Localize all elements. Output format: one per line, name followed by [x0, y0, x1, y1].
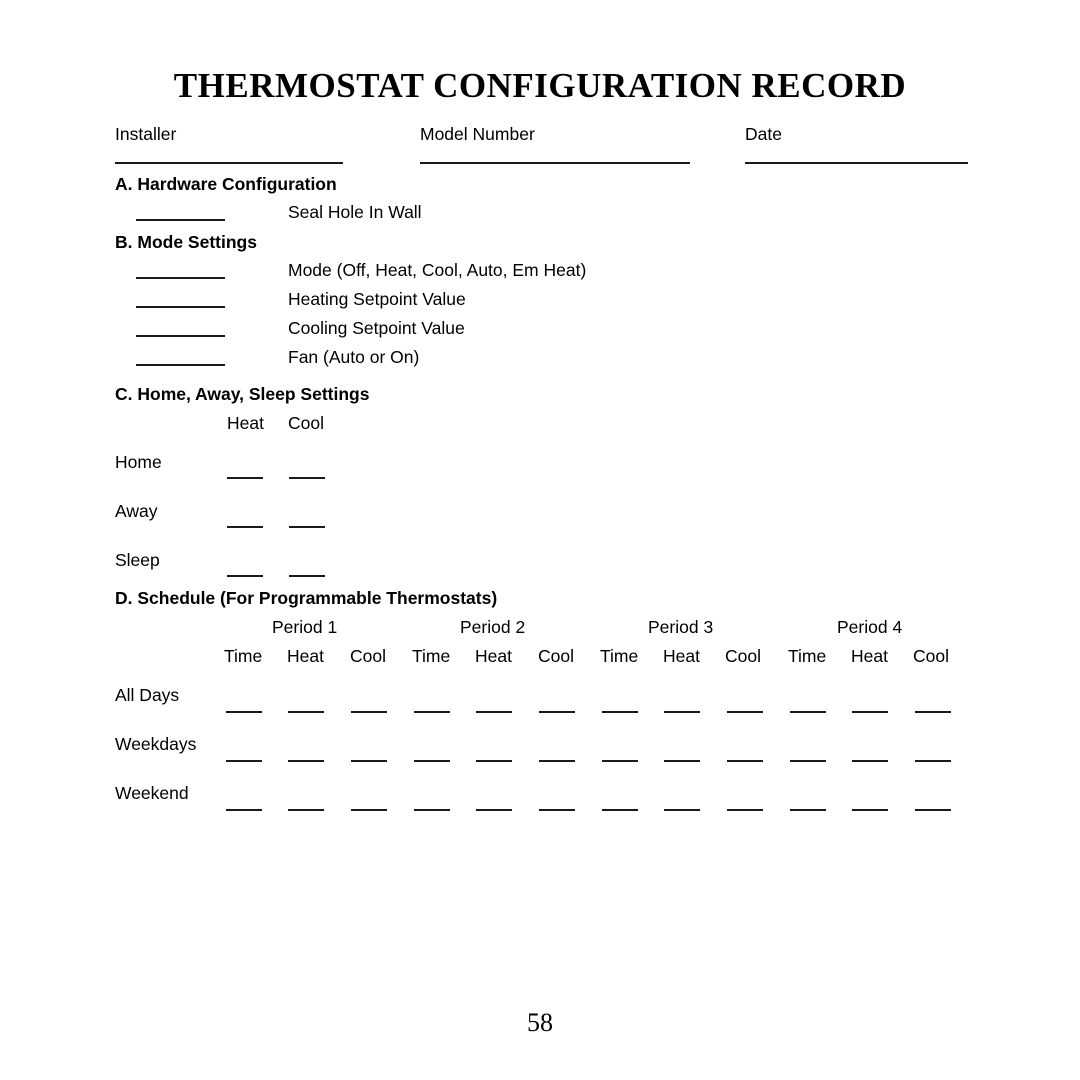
section-c-column-heat: Heat: [227, 413, 264, 433]
section-d-all-days-cell-8-rule[interactable]: [727, 711, 763, 713]
section-d-weekdays-cell-7-rule[interactable]: [664, 760, 700, 762]
section-d-heading: D. Schedule (For Programmable Thermostat…: [115, 588, 498, 608]
section-d-weekdays-cell-11-rule[interactable]: [915, 760, 951, 762]
section-c-row-label-away: Away: [115, 501, 158, 521]
section-d-weekdays-cell-10-rule[interactable]: [852, 760, 888, 762]
section-c-sleep-cool-rule[interactable]: [289, 575, 325, 577]
section-d-period-1-label: Period 1: [272, 617, 338, 637]
document-page: THERMOSTAT CONFIGURATION RECORD Installe…: [0, 0, 1080, 1080]
section-c-row-label-home: Home: [115, 452, 162, 472]
section-d-weekdays-cell-5-rule[interactable]: [539, 760, 575, 762]
section-b-item-3-rule[interactable]: [136, 364, 225, 366]
section-d-column-11: Cool: [913, 646, 949, 666]
section-d-all-days-cell-3-rule[interactable]: [414, 711, 450, 713]
section-b-item-1-label: Heating Setpoint Value: [288, 289, 466, 309]
section-d-weekdays-cell-3-rule[interactable]: [414, 760, 450, 762]
section-d-column-9: Time: [788, 646, 827, 666]
section-d-weekdays-cell-1-rule[interactable]: [288, 760, 324, 762]
section-c-home-heat-rule[interactable]: [227, 477, 263, 479]
section-d-period-2-label: Period 2: [460, 617, 526, 637]
model-number-label: Model Number: [420, 124, 535, 144]
section-d-all-days-cell-1-rule[interactable]: [288, 711, 324, 713]
section-d-weekdays-cell-0-rule[interactable]: [226, 760, 262, 762]
section-a-heading: A. Hardware Configuration: [115, 174, 337, 194]
section-b-heading: B. Mode Settings: [115, 232, 257, 252]
model-number-input-rule[interactable]: [420, 162, 690, 164]
section-c-home-cool-rule[interactable]: [289, 477, 325, 479]
section-c-column-cool: Cool: [288, 413, 324, 433]
section-d-all-days-cell-4-rule[interactable]: [476, 711, 512, 713]
section-d-weekdays-cell-6-rule[interactable]: [602, 760, 638, 762]
section-c-heading: C. Home, Away, Sleep Settings: [115, 384, 370, 404]
section-d-row-label-all-days: All Days: [115, 685, 180, 705]
section-d-period-4-label: Period 4: [837, 617, 903, 637]
section-d-weekend-cell-4-rule[interactable]: [476, 809, 512, 811]
page-number: 58: [527, 1008, 553, 1037]
section-d-weekdays-cell-2-rule[interactable]: [351, 760, 387, 762]
page-title: THERMOSTAT CONFIGURATION RECORD: [173, 66, 907, 105]
section-d-row-label-weekend: Weekend: [115, 783, 189, 803]
section-b-item-0-label: Mode (Off, Heat, Cool, Auto, Em Heat): [288, 260, 587, 280]
section-d-weekend-cell-5-rule[interactable]: [539, 809, 575, 811]
section-d-weekend-cell-10-rule[interactable]: [852, 809, 888, 811]
section-b-item-0-rule[interactable]: [136, 277, 225, 279]
section-d-column-8: Cool: [725, 646, 761, 666]
date-input-rule[interactable]: [745, 162, 968, 164]
section-d-column-2: Cool: [350, 646, 386, 666]
section-c-away-heat-rule[interactable]: [227, 526, 263, 528]
section-b-item-3-label: Fan (Auto or On): [288, 347, 420, 367]
section-d-weekend-cell-11-rule[interactable]: [915, 809, 951, 811]
date-label: Date: [745, 124, 782, 144]
section-d-column-6: Time: [600, 646, 639, 666]
section-d-all-days-cell-2-rule[interactable]: [351, 711, 387, 713]
section-d-period-3-label: Period 3: [648, 617, 714, 637]
section-d-column-5: Cool: [538, 646, 574, 666]
section-d-weekend-cell-0-rule[interactable]: [226, 809, 262, 811]
section-b-item-2-rule[interactable]: [136, 335, 225, 337]
section-d-weekend-cell-6-rule[interactable]: [602, 809, 638, 811]
section-d-all-days-cell-9-rule[interactable]: [790, 711, 826, 713]
section-a-item-0-label: Seal Hole In Wall: [288, 202, 422, 222]
section-d-weekdays-cell-8-rule[interactable]: [727, 760, 763, 762]
section-c-row-label-sleep: Sleep: [115, 550, 160, 570]
section-d-all-days-cell-6-rule[interactable]: [602, 711, 638, 713]
section-d-all-days-cell-5-rule[interactable]: [539, 711, 575, 713]
section-d-weekend-cell-8-rule[interactable]: [727, 809, 763, 811]
section-b-item-1-rule[interactable]: [136, 306, 225, 308]
section-d-all-days-cell-0-rule[interactable]: [226, 711, 262, 713]
section-d-column-10: Heat: [851, 646, 888, 666]
section-d-weekend-cell-9-rule[interactable]: [790, 809, 826, 811]
section-d-column-3: Time: [412, 646, 451, 666]
section-c-sleep-heat-rule[interactable]: [227, 575, 263, 577]
section-d-weekend-cell-1-rule[interactable]: [288, 809, 324, 811]
installer-label: Installer: [115, 124, 177, 144]
section-d-all-days-cell-11-rule[interactable]: [915, 711, 951, 713]
section-d-weekend-cell-3-rule[interactable]: [414, 809, 450, 811]
section-b-item-2-label: Cooling Setpoint Value: [288, 318, 465, 338]
installer-input-rule[interactable]: [115, 162, 343, 164]
section-c-away-cool-rule[interactable]: [289, 526, 325, 528]
section-d-weekend-cell-7-rule[interactable]: [664, 809, 700, 811]
section-d-column-7: Heat: [663, 646, 700, 666]
section-d-weekdays-cell-4-rule[interactable]: [476, 760, 512, 762]
section-d-all-days-cell-7-rule[interactable]: [664, 711, 700, 713]
section-d-all-days-cell-10-rule[interactable]: [852, 711, 888, 713]
section-d-row-label-weekdays: Weekdays: [115, 734, 197, 754]
section-d-weekdays-cell-9-rule[interactable]: [790, 760, 826, 762]
section-d-column-0: Time: [224, 646, 263, 666]
section-a-item-0-rule[interactable]: [136, 219, 225, 221]
section-d-weekend-cell-2-rule[interactable]: [351, 809, 387, 811]
section-d-column-4: Heat: [475, 646, 512, 666]
section-d-column-1: Heat: [287, 646, 324, 666]
